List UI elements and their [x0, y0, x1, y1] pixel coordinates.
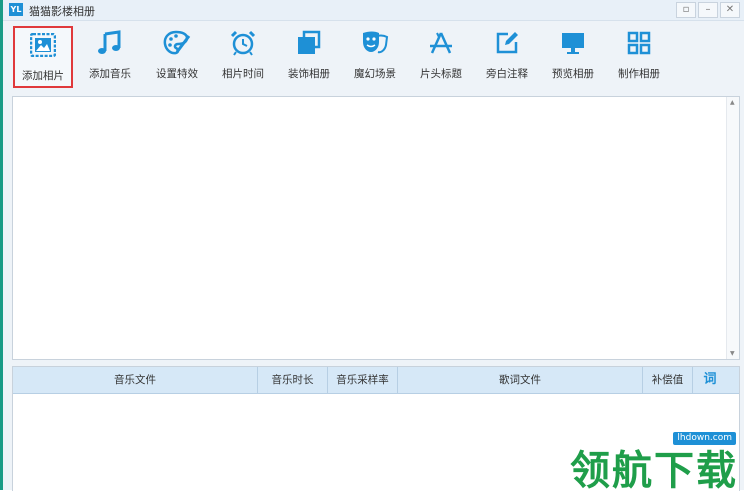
preview-album-button[interactable]: 预览相册 — [543, 26, 603, 88]
make-album-label: 制作相册 — [618, 68, 660, 80]
watermark-text: 领航下载 — [570, 448, 738, 494]
image-icon — [30, 33, 56, 57]
music-table-header: 音乐文件 音乐时长 音乐采样率 歌词文件 补偿值 词 — [13, 367, 739, 394]
close-button[interactable]: ✕ — [720, 2, 740, 18]
alarm-clock-icon — [230, 30, 256, 56]
app-logo-icon: YL — [9, 3, 23, 16]
restore-button[interactable]: ▫ — [676, 2, 696, 18]
magic-scene-label: 魔幻场景 — [354, 68, 396, 80]
add-music-button[interactable]: 添加音乐 — [80, 26, 140, 88]
add-photo-label: 添加相片 — [22, 70, 64, 82]
add-photo-button[interactable]: 添加相片 — [13, 26, 73, 88]
grid-icon — [627, 31, 651, 55]
theater-masks-icon — [363, 31, 389, 54]
edit-icon — [496, 32, 518, 54]
column-music-duration[interactable]: 音乐时长 — [258, 367, 328, 393]
minimize-button[interactable]: – — [698, 2, 718, 18]
column-music-file[interactable]: 音乐文件 — [13, 367, 258, 393]
make-album-button[interactable]: 制作相册 — [609, 26, 669, 88]
app-store-icon — [430, 32, 452, 54]
opening-title-label: 片头标题 — [420, 68, 462, 80]
set-effects-button[interactable]: 设置特效 — [147, 26, 207, 88]
watermark: lhdown.com 领航下载 — [554, 430, 744, 494]
photo-time-button[interactable]: 相片时间 — [213, 26, 273, 88]
scroll-up-icon[interactable]: ▲ — [730, 99, 735, 106]
scroll-down-icon[interactable]: ▼ — [730, 350, 735, 357]
opening-title-button[interactable]: 片头标题 — [411, 26, 471, 88]
magic-scene-button[interactable]: 魔幻场景 — [345, 26, 405, 88]
set-effects-label: 设置特效 — [156, 68, 198, 80]
window-title: 猫猫影楼相册 — [29, 5, 95, 18]
title-bar: YL 猫猫影楼相册 ▫ – ✕ — [3, 0, 744, 21]
music-note-icon — [98, 30, 121, 54]
column-offset[interactable]: 补偿值 — [643, 367, 693, 393]
preview-album-label: 预览相册 — [552, 68, 594, 80]
photo-time-label: 相片时间 — [222, 68, 264, 80]
photo-list-panel[interactable]: ▲ ▼ — [12, 96, 740, 360]
decorate-album-label: 装饰相册 — [288, 68, 330, 80]
column-lyrics-file[interactable]: 歌词文件 — [398, 367, 643, 393]
narration-note-label: 旁白注释 — [486, 68, 528, 80]
decorate-album-button[interactable]: 装饰相册 — [279, 26, 339, 88]
app-window: YL 猫猫影楼相册 ▫ – ✕ 添加相片 添加音乐 设置特效 相片时间 装饰相册… — [0, 0, 744, 494]
toolbar: 添加相片 添加音乐 设置特效 相片时间 装饰相册 魔幻场景 片头标题 旁白注释 … — [3, 21, 744, 90]
add-music-label: 添加音乐 — [89, 68, 131, 80]
layers-icon — [298, 30, 321, 54]
column-sample-rate[interactable]: 音乐采样率 — [328, 367, 398, 393]
narration-note-button[interactable]: 旁白注释 — [477, 26, 537, 88]
palette-icon — [163, 30, 191, 55]
photo-list-scrollbar[interactable]: ▲ ▼ — [726, 97, 739, 359]
lyrics-icon[interactable]: 词 — [693, 367, 727, 393]
monitor-icon — [562, 33, 584, 54]
